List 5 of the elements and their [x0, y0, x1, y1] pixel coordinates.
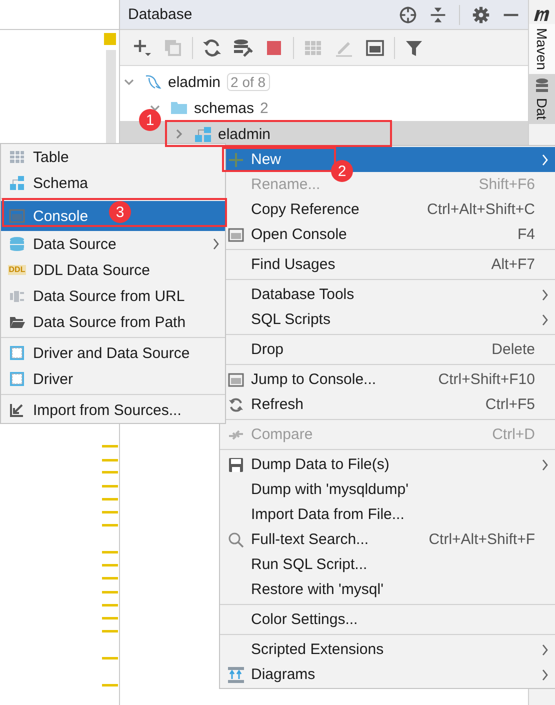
step-number: 1 [139, 109, 161, 131]
item-count: 2 [260, 100, 268, 116]
panel-title: Database [128, 6, 192, 23]
count-badge: 2 of 8 [226, 73, 270, 91]
ddl-icon: DDL [8, 265, 26, 275]
